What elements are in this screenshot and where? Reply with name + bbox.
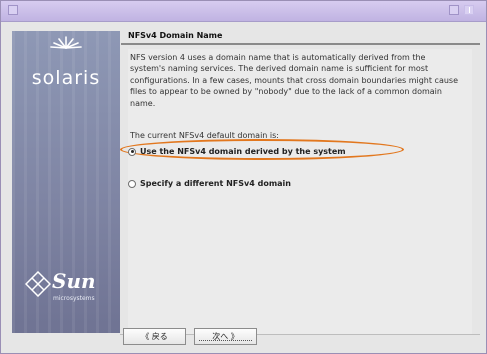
title-divider: [121, 43, 480, 45]
solaris-sun-icon: [50, 36, 82, 49]
wizard-client-area: solaris Sun microsystems NFSv4 Domain Na…: [7, 27, 482, 349]
sun-microsystems-logo: Sun microsystems: [25, 269, 109, 315]
back-button-label: 《 戻る: [141, 332, 168, 341]
back-button[interactable]: 《 戻る: [123, 328, 186, 345]
title-bar[interactable]: [1, 1, 486, 22]
page-title: NFSv4 Domain Name: [128, 31, 223, 40]
next-button[interactable]: 次へ 》: [194, 328, 257, 345]
radio-option-specify[interactable]: Specify a different NFSv4 domain: [128, 179, 291, 188]
close-icon[interactable]: [464, 5, 474, 15]
maximize-icon[interactable]: [449, 5, 459, 15]
radio-option-label[interactable]: Specify a different NFSv4 domain: [140, 179, 291, 188]
radio-unselected-icon[interactable]: [128, 179, 136, 188]
radio-option-derived[interactable]: Use the NFSv4 domain derived by the syst…: [128, 147, 346, 156]
sun-wordmark: Sun: [52, 269, 96, 293]
microsystems-wordmark: microsystems: [53, 295, 95, 302]
branding-side-panel: solaris Sun microsystems: [12, 31, 120, 333]
radio-selected-icon[interactable]: [128, 147, 136, 156]
sun-diamond-icon: [25, 271, 51, 297]
installer-window: solaris Sun microsystems NFSv4 Domain Na…: [0, 0, 487, 354]
description-text: NFS version 4 uses a domain name that is…: [130, 53, 459, 108]
window-menu-icon[interactable]: [8, 5, 18, 15]
content-panel: NFS version 4 uses a domain name that is…: [120, 49, 472, 335]
solaris-logo: solaris: [31, 67, 101, 89]
radio-option-label[interactable]: Use the NFSv4 domain derived by the syst…: [140, 147, 346, 156]
focus-indicator: [199, 340, 252, 341]
